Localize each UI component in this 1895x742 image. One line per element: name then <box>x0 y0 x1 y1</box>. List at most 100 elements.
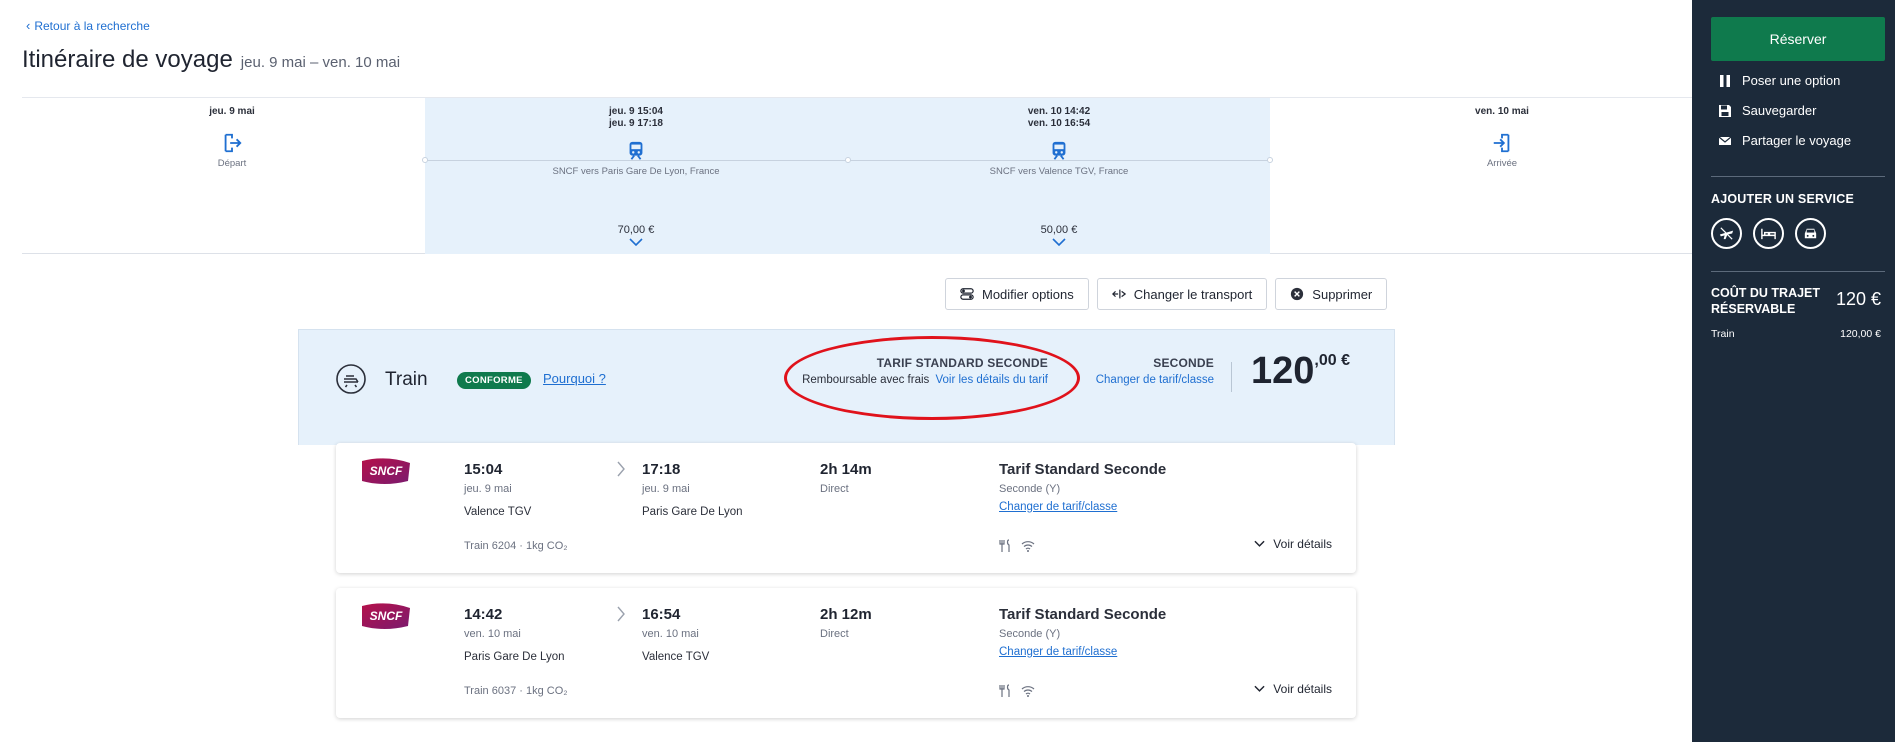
chevron-left-icon: ‹ <box>26 18 31 33</box>
arrival-label: Arrivée <box>1486 158 1518 169</box>
train-circle-icon <box>336 364 366 394</box>
segment-fare-name: Tarif Standard Seconde <box>999 606 1167 623</box>
departure-station: Paris Gare De Lyon <box>464 651 565 663</box>
train-number: Train 6204 · 1kg CO₂ <box>464 540 568 552</box>
leg-2-arrival: ven. 10 16:54 <box>1027 118 1091 129</box>
arrival-icon <box>1493 133 1510 153</box>
timeline-arrival: ven. 10 mai Arrivée <box>1412 106 1592 169</box>
fare-name: TARIF STANDARD SECONDE <box>876 356 1048 370</box>
chevron-right-icon <box>617 461 625 477</box>
fare-info: TARIF STANDARD SECONDE Remboursable avec… <box>802 356 1048 386</box>
wifi-icon <box>1021 686 1035 697</box>
leg-2-label: SNCF vers Valence TGV, France <box>989 166 1129 177</box>
stops: Direct <box>820 483 849 495</box>
segment-fare-class: Seconde (Y) <box>999 483 1061 495</box>
wifi-icon <box>1021 541 1035 552</box>
view-details-label: Voir détails <box>1273 537 1332 551</box>
segment-change-fare-link[interactable]: Changer de tarif/classe <box>999 501 1117 513</box>
compliance-badge: CONFORME <box>457 372 531 389</box>
delete-button[interactable]: Supprimer <box>1275 278 1388 310</box>
divider <box>1711 271 1885 272</box>
summary-title: Train <box>385 369 428 390</box>
price-integer: 120 <box>1251 350 1315 392</box>
back-to-search-link[interactable]: ‹ Retour à la recherche <box>26 18 150 33</box>
train-icon <box>1052 141 1066 160</box>
add-flight-button[interactable] <box>1711 218 1742 249</box>
leg-2-price-value: 50,00 € <box>1040 224 1078 236</box>
trip-dates: jeu. 9 mai – ven. 10 mai <box>240 54 401 71</box>
bookable-cost-total: 120 € <box>1835 289 1881 309</box>
segment-actions: Modifier options Changer le transport Su… <box>945 278 1388 310</box>
train-summary-card: Train CONFORME Pourquoi ? TARIF STANDARD… <box>298 329 1395 445</box>
leg-1-departure: jeu. 9 15:04 <box>609 106 663 117</box>
itinerary-timeline: jeu. 9 mai Départ jeu. 9 15:04 jeu. 9 17… <box>22 97 1692 254</box>
departure-time: 15:04 <box>464 461 503 478</box>
leg-2-price[interactable]: 50,00 € <box>848 224 1270 246</box>
car-icon <box>1804 228 1817 239</box>
chevron-down-icon <box>629 238 643 246</box>
arrival-time: 17:18 <box>642 461 681 478</box>
price-decimal: ,00 € <box>1314 352 1350 369</box>
change-transport-label: Changer le transport <box>1133 286 1253 302</box>
duration: 2h 14m <box>820 461 872 478</box>
segment-fare-name: Tarif Standard Seconde <box>999 461 1167 478</box>
hold-option-label: Poser une option <box>1742 73 1841 88</box>
summary-price: 120,00 € <box>1251 350 1350 393</box>
plane-icon <box>1719 227 1734 240</box>
reserve-button[interactable]: Réserver <box>1711 17 1885 61</box>
change-transport-button[interactable]: Changer le transport <box>1096 278 1268 310</box>
share-trip-link[interactable]: Partager le voyage <box>1718 133 1851 148</box>
leg-1-label: SNCF vers Paris Gare De Lyon, France <box>552 166 720 177</box>
hold-option-link[interactable]: Poser une option <box>1718 73 1840 88</box>
food-icon <box>999 684 1010 697</box>
fare-details-link[interactable]: Voir les détails du tarif <box>935 374 1048 386</box>
arrival-time: 16:54 <box>642 606 681 623</box>
leg-1-price[interactable]: 70,00 € <box>425 224 847 246</box>
mail-icon <box>1718 136 1732 145</box>
fare-refund-text: Remboursable avec frais <box>802 374 930 386</box>
segment-change-fare-link[interactable]: Changer de tarif/classe <box>999 646 1117 658</box>
chevron-right-icon <box>617 606 625 622</box>
cost-item-value: 120,00 € <box>1840 328 1881 340</box>
timeline-leg-2[interactable]: ven. 10 14:42 ven. 10 16:54 SNCF vers Va… <box>848 106 1270 177</box>
departure-time: 14:42 <box>464 606 503 623</box>
chevron-down-icon <box>1254 540 1265 547</box>
divider <box>1711 176 1885 177</box>
pause-icon <box>1720 74 1730 87</box>
close-circle-icon <box>1291 287 1304 301</box>
departure-date: ven. 10 mai <box>464 628 521 640</box>
timeline-departure: jeu. 9 mai Départ <box>142 106 322 169</box>
why-link[interactable]: Pourquoi ? <box>543 371 606 386</box>
segment-fare-class: Seconde (Y) <box>999 628 1061 640</box>
cost-item-label: Train <box>1711 328 1735 340</box>
page-title-text: Itinéraire de voyage <box>22 46 233 73</box>
amenities <box>999 684 1035 698</box>
save-link[interactable]: Sauvegarder <box>1718 103 1816 118</box>
bookable-cost-title: COÛT DU TRAJET RÉSERVABLE <box>1711 286 1821 316</box>
arrival-station: Paris Gare De Lyon <box>642 506 743 518</box>
leg-2-departure: ven. 10 14:42 <box>1027 106 1091 117</box>
timeline-leg-1[interactable]: jeu. 9 15:04 jeu. 9 17:18 SNCF vers Pari… <box>425 106 847 177</box>
departure-date: jeu. 9 mai <box>209 106 255 117</box>
departure-icon <box>224 133 242 153</box>
class-change: Changer de tarif/classe <box>1096 374 1214 386</box>
toggle-icon <box>960 288 974 300</box>
view-details-toggle[interactable]: Voir détails <box>1254 537 1332 551</box>
svg-text:SNCF: SNCF <box>370 464 403 478</box>
view-details-toggle[interactable]: Voir détails <box>1254 682 1332 696</box>
train-segment-2: SNCF 14:42 ven. 10 mai Paris Gare De Lyo… <box>336 588 1356 718</box>
add-car-button[interactable] <box>1795 218 1826 249</box>
add-hotel-button[interactable] <box>1753 218 1784 249</box>
divider <box>1231 362 1232 392</box>
service-buttons <box>1711 218 1826 249</box>
bed-icon <box>1761 228 1776 240</box>
main-content: ‹ Retour à la recherche Itinéraire de vo… <box>0 0 1692 742</box>
page-title: Itinéraire de voyage jeu. 9 mai – ven. 1… <box>22 46 400 74</box>
departure-date: jeu. 9 mai <box>464 483 512 495</box>
arrival-date: jeu. 9 mai <box>642 483 690 495</box>
add-service-heading: AJOUTER UN SERVICE <box>1711 192 1854 206</box>
save-icon <box>1719 104 1731 117</box>
arrival-date: ven. 10 mai <box>642 628 699 640</box>
modify-options-button[interactable]: Modifier options <box>945 278 1089 310</box>
change-fare-class-link[interactable]: Changer de tarif/classe <box>1096 374 1214 386</box>
